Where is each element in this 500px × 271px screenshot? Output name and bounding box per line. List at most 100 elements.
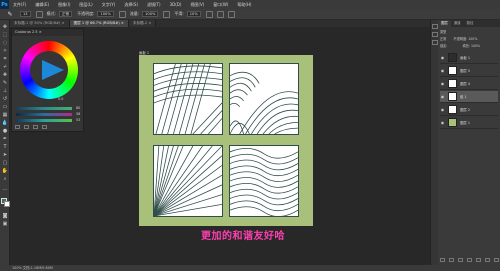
blend-mode-select[interactable]: 正常 (440, 37, 446, 41)
type-tool-icon[interactable]: T (1, 143, 9, 150)
brush-tool-icon[interactable]: ✎ (1, 79, 9, 86)
gradient-tool-icon[interactable]: ▦ (1, 111, 9, 118)
layer-filter-row[interactable]: 类型 (440, 30, 498, 35)
tab-document-1[interactable]: 未标题-1 @ 50% (RGB/8#) × (10, 20, 70, 27)
swap-colors-icon[interactable] (15, 125, 20, 129)
visibility-eye-icon[interactable]: ◉ (440, 107, 445, 112)
palette-icon[interactable] (33, 125, 38, 129)
color-wheel[interactable] (20, 41, 78, 99)
color-triangle-picker[interactable] (42, 60, 64, 80)
pattern-tile-rays (153, 145, 223, 217)
menu-image[interactable]: 图像(I) (58, 2, 70, 8)
layer-row[interactable]: ◉ 图层 4 (440, 78, 498, 90)
link-layers-icon[interactable] (440, 258, 445, 262)
pressure-opacity-icon[interactable] (118, 10, 126, 18)
mode-select[interactable]: 正常 (58, 11, 73, 17)
menu-layer[interactable]: 图层(L) (79, 2, 92, 8)
menu-filter[interactable]: 滤镜(T) (147, 2, 161, 8)
layer-style-icon[interactable] (449, 258, 454, 262)
layer-name: 图层 4 (460, 82, 471, 86)
dodge-tool-icon[interactable]: ● (1, 127, 9, 134)
stamp-tool-icon[interactable]: ⊥ (1, 87, 9, 94)
layer-row[interactable]: ◉ 图层 1 (440, 117, 498, 129)
pressure-size-icon[interactable] (216, 10, 224, 18)
tab-document-3[interactable]: 未标题-2 × (128, 20, 157, 27)
brush-icon[interactable]: ✎ (3, 10, 17, 19)
add-mask-icon[interactable] (458, 258, 463, 262)
crop-tool-icon[interactable]: ⌗ (1, 55, 9, 62)
layer-thumbnail (448, 66, 457, 75)
visibility-eye-icon[interactable]: ◉ (440, 94, 445, 99)
menu-file[interactable]: 文件(F) (13, 2, 26, 8)
move-tool-icon[interactable]: ✥ (1, 23, 9, 30)
layer-row-selected[interactable]: ◉ 组 1 (440, 91, 498, 103)
menu-view[interactable]: 视图(V) (190, 2, 204, 8)
healing-tool-icon[interactable]: ✚ (1, 71, 9, 78)
symmetry-icon[interactable] (227, 10, 235, 18)
layer-name: 组 1 (460, 95, 467, 99)
lasso-tool-icon[interactable]: ◌ (1, 39, 9, 46)
pattern-tile-diagonal (153, 63, 223, 135)
airbrush-icon[interactable] (163, 10, 171, 18)
eyedropper-tool-icon[interactable]: ⌿ (1, 63, 9, 70)
menu-3d[interactable]: 3D(D) (170, 2, 182, 7)
pen-tool-icon[interactable]: ✒ (1, 135, 9, 142)
tab-document-2[interactable]: 图层 1 @ 66.7% (RGB/8#) × (69, 20, 129, 27)
menu-help[interactable]: 帮助(H) (237, 2, 251, 8)
layer-row[interactable]: ◉ 画板 1 (440, 52, 498, 64)
layer-thumbnail (448, 105, 457, 114)
eraser-tool-icon[interactable]: ▭ (1, 103, 9, 110)
hue-slider[interactable] (16, 107, 72, 110)
layers-panel-footer (440, 258, 499, 262)
marquee-tool-icon[interactable]: ⬚ (1, 31, 9, 38)
visibility-eye-icon[interactable]: ◉ (440, 120, 445, 125)
wheel-mode-icon[interactable] (24, 125, 29, 129)
trash-icon[interactable] (494, 258, 499, 262)
color-panel-title[interactable]: Coolorus 2.5 × (12, 29, 83, 36)
shape-tool-icon[interactable]: ▢ (1, 159, 9, 166)
opacity-field[interactable]: 100% (97, 11, 114, 17)
magic-wand-tool-icon[interactable]: ✧ (1, 47, 9, 54)
hand-tool-icon[interactable]: ✋ (1, 167, 9, 174)
visibility-eye-icon[interactable]: ◉ (440, 55, 445, 60)
menu-edit[interactable]: 编辑(E) (35, 2, 49, 8)
layer-thumbnail (448, 53, 457, 62)
tab-paths[interactable]: 路径 (464, 20, 477, 27)
tab-channels[interactable]: 通道 (451, 20, 464, 27)
panel-settings-icon[interactable] (42, 125, 47, 129)
saturation-slider[interactable] (16, 113, 72, 116)
visibility-eye-icon[interactable]: ◉ (440, 81, 445, 86)
smooth-label: 平滑: (174, 11, 184, 16)
quick-mask-icon[interactable]: ◙ (1, 212, 9, 219)
artboard[interactable] (139, 55, 313, 226)
layers-panel-tabs: 图层 通道 路径 (438, 20, 500, 27)
menu-type[interactable]: 文字(Y) (102, 2, 116, 8)
visibility-eye-icon[interactable]: ◉ (440, 68, 445, 73)
new-layer-icon[interactable] (485, 258, 490, 262)
blend-mode-row[interactable]: 正常 不透明度: 100% (440, 37, 498, 42)
brightness-slider[interactable] (16, 119, 72, 122)
layer-row[interactable]: ◉ 图层 5 (440, 65, 498, 77)
more-tools-icon[interactable]: … (1, 185, 9, 192)
blur-tool-icon[interactable]: 💧 (1, 119, 9, 126)
adjustment-layer-icon[interactable] (467, 258, 472, 262)
smooth-field[interactable]: 10% (186, 11, 201, 17)
opacity-label: 不透明度: (77, 11, 95, 16)
flow-field[interactable]: 100% (142, 11, 159, 17)
menu-window[interactable]: 窗口(W) (213, 2, 228, 8)
screen-mode-icon[interactable]: ▣ (1, 220, 9, 227)
background-color-swatch[interactable] (4, 201, 10, 207)
zoom-tool-icon[interactable]: ⌕ (1, 175, 9, 182)
path-selection-tool-icon[interactable]: ➤ (1, 151, 9, 158)
layer-opacity-field[interactable]: 100% (468, 37, 477, 41)
fill-field[interactable]: 100% (471, 44, 480, 48)
layer-opacity-label: 不透明度: (453, 37, 468, 41)
brush-size-picker[interactable]: 13 (20, 11, 31, 17)
tab-layers[interactable]: 图层 (438, 20, 451, 27)
brush-settings-icon[interactable] (35, 10, 43, 18)
gear-icon[interactable] (205, 10, 213, 18)
menu-select[interactable]: 选择(S) (124, 2, 138, 8)
history-brush-tool-icon[interactable]: ↺ (1, 95, 9, 102)
new-group-icon[interactable] (476, 258, 481, 262)
layer-row[interactable]: ◉ 图层 2 (440, 104, 498, 116)
